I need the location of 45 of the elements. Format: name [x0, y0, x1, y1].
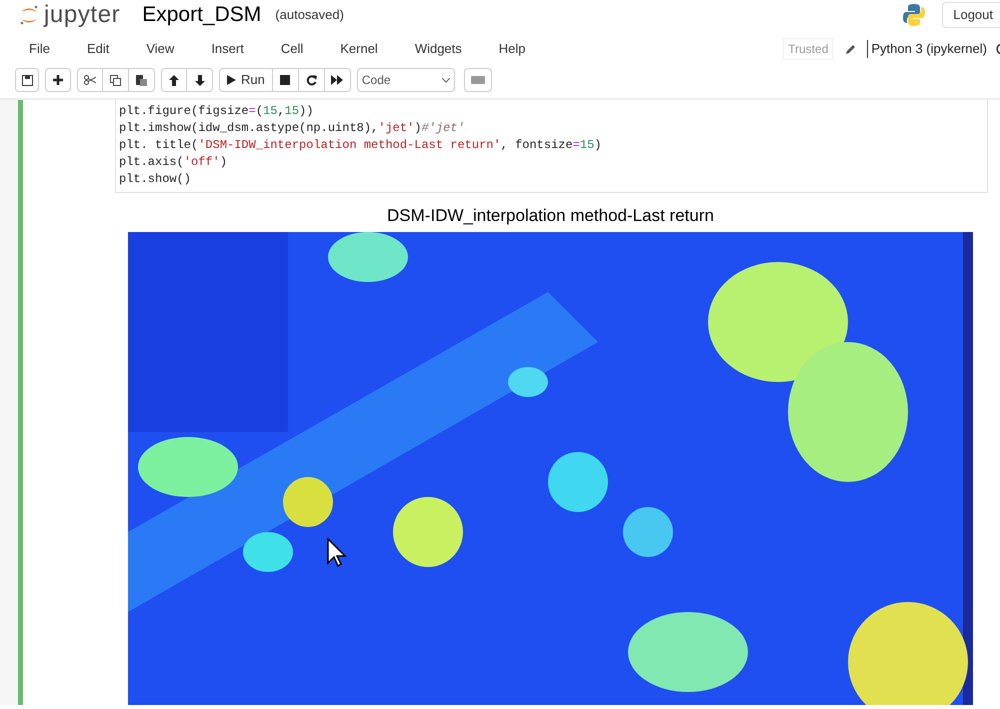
paste-button[interactable]	[129, 68, 155, 92]
menu-item[interactable]: Widgets	[406, 39, 471, 59]
copy-icon	[110, 74, 121, 86]
stop-icon	[280, 75, 290, 85]
command-palette-button[interactable]	[464, 68, 492, 92]
run-all-button[interactable]	[324, 68, 351, 92]
plot-title: DSM-IDW_interpolation method-Last return	[386, 205, 715, 227]
pencil-icon[interactable]	[845, 43, 858, 55]
menu-item[interactable]: File	[20, 39, 59, 59]
kernel-name: Python 3 (ipykernel)	[871, 40, 987, 58]
cell-type-dropdown[interactable]: Code	[356, 68, 455, 92]
restart-button[interactable]	[298, 68, 325, 92]
autosave-status: (autosaved)	[275, 6, 344, 24]
copy-button[interactable]	[103, 68, 129, 92]
jupyter-logo-icon	[18, 3, 40, 27]
run-button[interactable]: Run	[219, 68, 273, 92]
play-icon	[227, 75, 236, 85]
jupyter-logo-text[interactable]: jupyter	[44, 0, 120, 33]
save-button[interactable]	[15, 68, 39, 92]
menu-item[interactable]: Help	[490, 39, 535, 59]
code-cell[interactable]: plt.figure(figsize=(15,15)) plt.imshow(idw_dsm.astype(np.uint8),'jet')#'jet' plt. title('DSM-IDW_interpolation method-Last return', fontsize=15) plt.axis('off') plt.show()	[115, 100, 988, 193]
arrow-down-icon	[194, 74, 204, 86]
keyboard-icon	[470, 76, 485, 84]
fast-forward-icon	[331, 75, 344, 85]
menu-item[interactable]: Kernel	[331, 39, 387, 59]
scissors-icon	[84, 75, 96, 85]
save-icon	[22, 74, 32, 86]
python-logo-icon	[902, 3, 926, 27]
add-cell-button[interactable]	[45, 68, 71, 92]
mouse-cursor-icon	[327, 538, 347, 568]
logout-button[interactable]: Logout	[942, 2, 1000, 28]
menu-item[interactable]: Cell	[272, 39, 312, 59]
paste-icon	[136, 74, 147, 86]
restart-icon	[306, 74, 317, 86]
move-down-button[interactable]	[187, 68, 213, 92]
plus-icon	[53, 75, 63, 85]
notebook-name[interactable]: Export_DSM	[142, 0, 262, 31]
move-up-button[interactable]	[161, 68, 187, 92]
interrupt-button[interactable]	[272, 68, 299, 92]
arrow-up-icon	[169, 74, 179, 86]
chevron-down-icon	[442, 78, 450, 82]
menu-item[interactable]: Insert	[202, 39, 253, 59]
cut-button[interactable]	[77, 68, 103, 92]
menu-item[interactable]: View	[137, 39, 184, 59]
menu-item[interactable]: Edit	[78, 39, 118, 59]
